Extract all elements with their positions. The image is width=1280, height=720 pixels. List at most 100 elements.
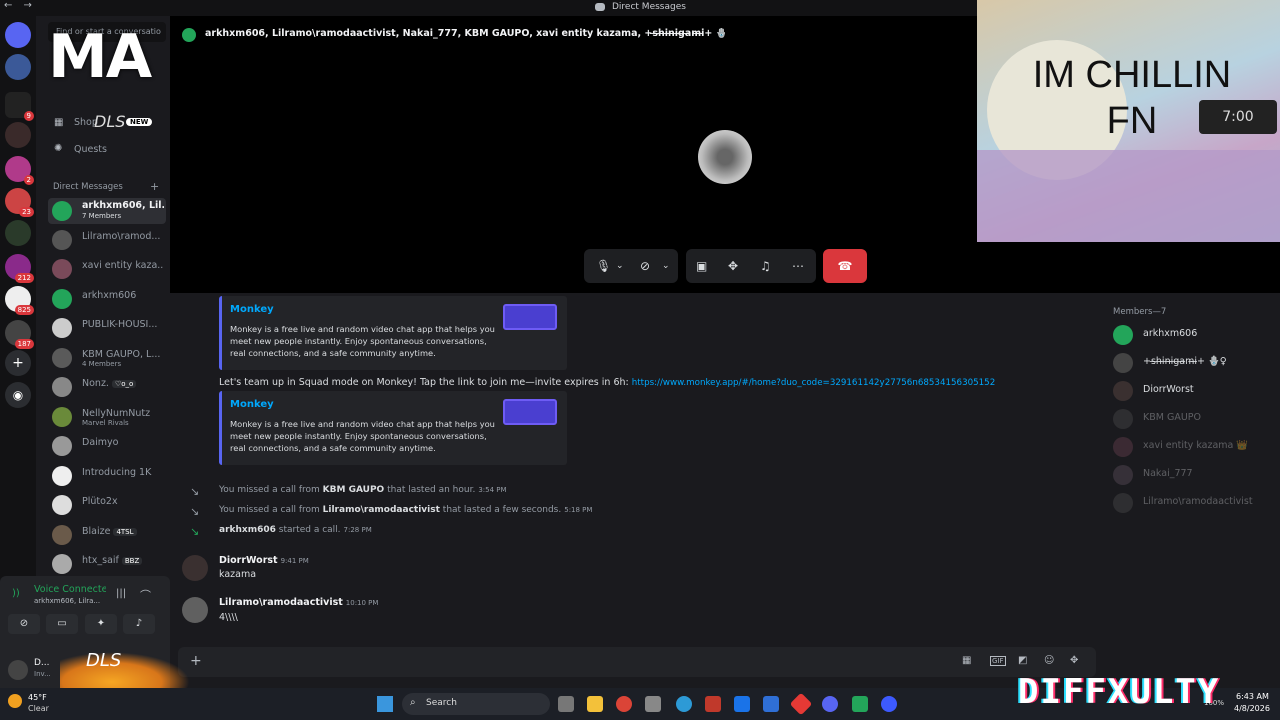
gift-icon[interactable]: ▦ (962, 655, 971, 666)
server-icon[interactable]: 825 (5, 286, 34, 315)
avatar[interactable] (8, 660, 28, 680)
member-item[interactable]: arkhxm606 (1113, 324, 1273, 346)
app-icon[interactable] (763, 696, 779, 712)
clock-date[interactable]: 4/8/2026 (1234, 704, 1270, 713)
screen-share-icon[interactable]: ▣ (696, 259, 707, 273)
mic-camera-controls: 🎙 ⌄ ⊘ ⌄ (584, 249, 678, 283)
message-input[interactable]: + ▦ GIF ◩ ☺ ✥ (178, 647, 1096, 677)
dm-item[interactable]: xavi entity kaza... (48, 256, 166, 282)
hang-up-button[interactable]: ☎ (823, 249, 867, 283)
camera-off-icon[interactable]: ⊘ (8, 614, 40, 634)
attach-icon[interactable]: + (190, 653, 202, 669)
soundboard-icon[interactable]: ♪ (123, 614, 155, 634)
dm-item[interactable]: Nonz. ♡o_o (48, 374, 166, 400)
activities-icon[interactable]: ✥ (728, 259, 738, 273)
avatar[interactable] (182, 555, 208, 581)
camera-off-icon[interactable]: ⊘ (640, 259, 650, 273)
home-button[interactable] (5, 22, 31, 48)
embed-thumbnail[interactable] (503, 304, 557, 330)
server-icon[interactable] (5, 220, 31, 246)
member-item[interactable]: +s̶h̶i̶n̶i̶g̶a̶m̶i̶+ 🪬♀ (1113, 352, 1273, 374)
members-header: Members—7 (1113, 307, 1167, 317)
server-icon[interactable] (5, 54, 31, 80)
task-view-icon[interactable] (558, 696, 574, 712)
server-icon[interactable]: 187 (5, 320, 34, 349)
mail-icon[interactable] (734, 696, 750, 712)
screen-share-icon[interactable]: ▭ (46, 614, 78, 634)
invite-link[interactable]: https://www.monkey.app/#/home?duo_code=3… (632, 378, 995, 388)
message-text: kazama (219, 569, 257, 580)
member-item[interactable]: xavi entity kazama 👑 (1113, 436, 1273, 458)
server-icon[interactable] (5, 122, 31, 148)
ea-icon[interactable] (881, 696, 897, 712)
chrome-icon[interactable] (616, 696, 632, 712)
new-badge: NEW (126, 118, 153, 126)
avatar (52, 289, 72, 309)
weather-temp[interactable]: 45°F (28, 693, 47, 702)
server-icon[interactable]: 23 (5, 188, 34, 217)
embed-title[interactable]: Monkey (230, 399, 274, 410)
apps-icon[interactable]: ✥ (1070, 655, 1078, 666)
soundboard-icon[interactable]: ♫ (760, 259, 771, 273)
embed-title[interactable]: Monkey (230, 304, 274, 315)
chevron-down-icon[interactable]: ⌄ (662, 261, 670, 271)
dm-item[interactable]: arkhxm606 (48, 286, 166, 312)
dm-item[interactable]: NellyNumNutz Marvel Rivals (48, 404, 166, 430)
member-list: Members—7 arkhxm606 +s̶h̶i̶n̶i̶g̶a̶m̶i̶+… (1101, 293, 1280, 680)
file-explorer-icon[interactable] (587, 696, 603, 712)
taskbar-search[interactable]: ⌕ Search (402, 693, 550, 715)
microphone-icon[interactable]: 🎙 (596, 259, 611, 273)
nav-arrows[interactable]: ← → (4, 0, 36, 11)
chevron-down-icon[interactable]: ⌄ (616, 261, 624, 271)
sticker-icon[interactable]: ◩ (1018, 655, 1027, 666)
member-item[interactable]: Lilramo\ramodaactivist (1113, 492, 1273, 514)
add-server-icon[interactable]: + (5, 350, 31, 376)
dm-item[interactable]: Daimyo (48, 433, 166, 459)
app-icon[interactable] (852, 696, 868, 712)
voice-panel: )) Voice Connected arkhxm606, Lilra... |… (0, 576, 170, 656)
avatar (52, 201, 72, 221)
quests-link[interactable]: Quests (74, 144, 107, 155)
dm-item[interactable]: Introducing 1K (48, 463, 166, 489)
windows-start-icon[interactable] (377, 696, 393, 712)
participant-tile[interactable] (698, 130, 752, 184)
dm-item[interactable]: Lilramo\ramod... (48, 227, 166, 253)
avatar[interactable] (182, 597, 208, 623)
dm-item[interactable]: arkhxm606, Lil... 7 Members (48, 198, 166, 224)
disconnect-icon[interactable]: ⌒ (140, 587, 151, 603)
server-icon[interactable]: 9 (5, 92, 34, 121)
member-item[interactable]: KBM GAUPO (1113, 408, 1273, 430)
store-icon[interactable] (645, 696, 661, 712)
signal-icon: )) (12, 588, 20, 599)
message-author[interactable]: DiorrWorst 9:41 PM (219, 555, 309, 566)
server-icon[interactable]: 2 (5, 156, 34, 185)
create-dm-icon[interactable]: + (150, 180, 159, 193)
app-icon[interactable] (789, 692, 813, 716)
message-author[interactable]: Lilramo\ramodaactivist 10:10 PM (219, 597, 378, 608)
noise-icon[interactable]: ||| (116, 588, 126, 599)
embed-description: Monkey is a free live and random video c… (230, 324, 495, 358)
app-icon[interactable] (705, 696, 721, 712)
gif-icon[interactable]: GIF (990, 656, 1006, 666)
emoji-icon[interactable]: ☺ (1044, 655, 1054, 666)
embed-thumbnail[interactable] (503, 399, 557, 425)
message-text: 4\\\\ (219, 612, 238, 623)
dm-item[interactable]: htx_saif BBZ (48, 551, 166, 577)
member-item[interactable]: DiorrWorst (1113, 380, 1273, 402)
dm-item[interactable]: PUBLIK-HOUSI... (48, 315, 166, 341)
member-item[interactable]: Nakai_777 (1113, 464, 1273, 486)
voice-channel-label[interactable]: arkhxm606, Lilra... (34, 597, 100, 605)
more-icon[interactable]: ⋯ (792, 259, 804, 273)
clock-time[interactable]: 6:43 AM (1236, 692, 1269, 701)
server-icon[interactable]: 212 (5, 254, 34, 283)
discord-icon[interactable] (822, 696, 838, 712)
app-icon[interactable] (676, 696, 692, 712)
avatar (52, 407, 72, 427)
avatar (52, 525, 72, 545)
activities-icon[interactable]: ✦ (85, 614, 117, 634)
dm-item[interactable]: Plüto2x (48, 492, 166, 518)
dm-item[interactable]: Blaize 4TSL (48, 522, 166, 548)
discover-icon[interactable]: ◉ (5, 382, 31, 408)
group-icon (182, 28, 196, 42)
dm-item[interactable]: KBM GAUPO, L... 4 Members (48, 345, 166, 371)
